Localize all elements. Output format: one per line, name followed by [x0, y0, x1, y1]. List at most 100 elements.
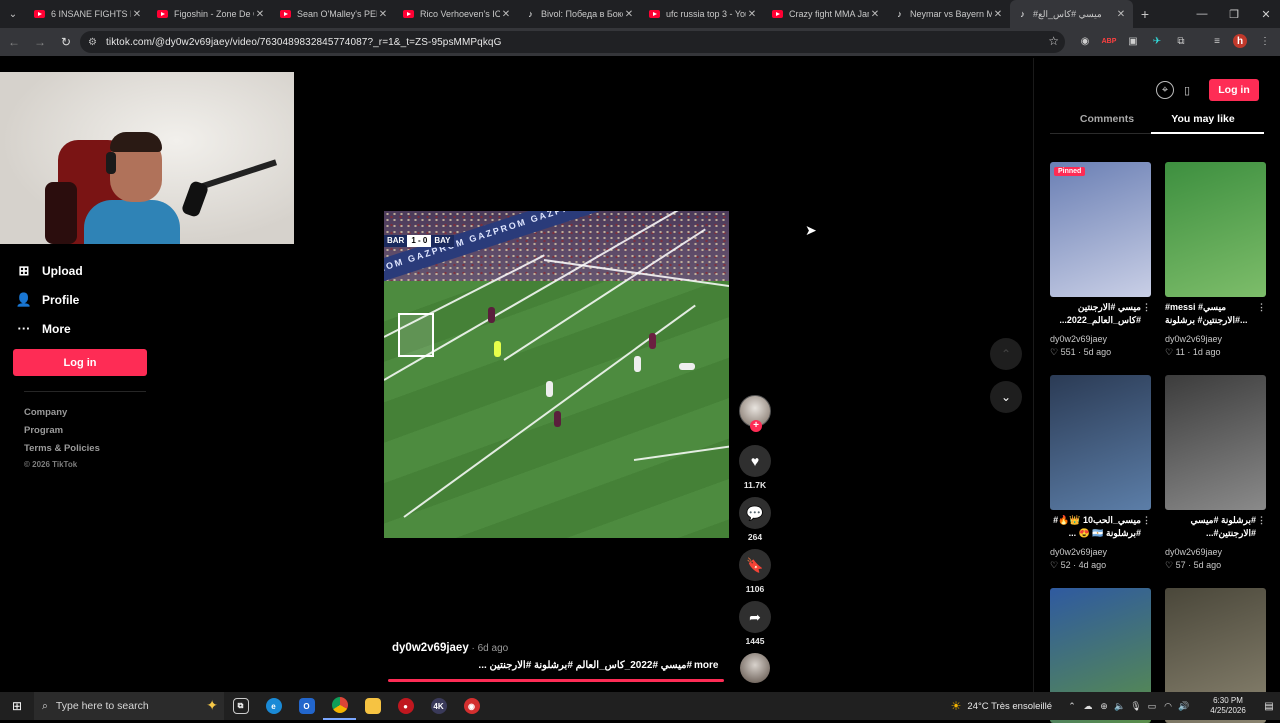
more-button[interactable]: more [694, 660, 718, 671]
edge-icon[interactable]: e [257, 692, 290, 720]
tab-close-icon[interactable]: ✕ [992, 9, 1004, 20]
card-title[interactable]: ميسي_الحب10 👑🔥# #برشلونة 🇦🇷 😍 ... ⋮ [1050, 514, 1151, 546]
extension-translate-icon[interactable]: ✈ [1149, 33, 1165, 49]
site-info-icon[interactable]: ⚙ [88, 37, 102, 48]
browser-tab[interactable]: Crazy fight MMA Jam ✕ [764, 0, 887, 28]
browser-menu-icon[interactable]: ⋮ [1257, 33, 1273, 49]
browser-tab[interactable]: ♪ #ميسي #كاس_الع ✕ [1010, 0, 1133, 28]
tab-close-icon[interactable]: ✕ [746, 9, 758, 20]
card-author[interactable]: dy0w2v69jaey [1165, 333, 1266, 346]
next-video-avatar[interactable] [740, 653, 770, 683]
extensions-puzzle-icon[interactable]: ⧉ [1173, 33, 1189, 49]
card-title[interactable]: ميسي #الارجنتين #كاس_العالم_2022... ⋮ [1050, 301, 1151, 333]
chrome-icon[interactable] [323, 692, 356, 720]
back-icon[interactable]: ← [2, 30, 26, 54]
card-author[interactable]: dy0w2v69jaey [1165, 546, 1266, 559]
forward-icon[interactable]: → [28, 30, 52, 54]
sidebar-item-more[interactable]: ··· More [14, 314, 154, 343]
windows-start-icon[interactable]: ⊞ [0, 692, 34, 720]
network-icon[interactable]: ⊕ [1096, 701, 1112, 712]
browser-tab[interactable]: ♪ Bivol: Победа в Боксе ✕ [518, 0, 641, 28]
speaker-icon[interactable]: 🔈 [1112, 701, 1128, 712]
card-menu-icon[interactable]: ⋮ [1142, 514, 1151, 527]
video-player[interactable]: GAZPROM GAZPROM GAZPROM GAZPROM BAR 1 - … [384, 211, 729, 538]
footer-link[interactable]: Program [24, 422, 100, 440]
volume-icon[interactable]: 🔊 [1176, 701, 1192, 712]
footer-link[interactable]: Company [24, 404, 100, 422]
obs-icon[interactable]: ● [389, 692, 422, 720]
notifications-icon[interactable]: ▤ [1258, 701, 1280, 712]
login-button-right[interactable]: Log in [1209, 79, 1259, 101]
new-tab-button[interactable]: + [1133, 6, 1157, 22]
tab-close-icon[interactable]: ✕ [1115, 9, 1127, 20]
extension-incognito-icon[interactable]: ◉ [1077, 33, 1093, 49]
tab-close-icon[interactable]: ✕ [254, 9, 266, 20]
maximize-icon[interactable]: ❐ [1218, 0, 1250, 28]
address-bar[interactable]: ⚙ tiktok.com/@dy0w2v69jaey/video/7630489… [80, 31, 1065, 53]
taskbar-search[interactable]: ⌕ Type here to search ✦ [34, 692, 224, 720]
browser-tab[interactable]: Rico Verhoeven's ICO ✕ [395, 0, 518, 28]
tab-close-icon[interactable]: ✕ [500, 9, 512, 20]
device-icon[interactable]: ▯ [1178, 81, 1196, 99]
reading-list-icon[interactable]: ≡ [1209, 33, 1225, 49]
tab-comments[interactable]: Comments [1058, 113, 1156, 133]
video-card[interactable]: #messi ميسي# الارجنتين# برشلونة#... ⋮ dy0w… [1165, 162, 1266, 359]
like-heart-icon[interactable]: ♥ [739, 445, 771, 477]
browser-tab[interactable]: ufc russia top 3 - You ✕ [641, 0, 764, 28]
author-avatar[interactable]: + [739, 395, 771, 432]
video-card[interactable]: #برشلونة #ميسي #الارجنتين#... ⋮ dy0w2v69ja… [1165, 375, 1266, 572]
share-arrow-icon[interactable]: ➦ [739, 601, 771, 633]
tab-search-icon[interactable]: ⌄ [0, 0, 26, 28]
clock[interactable]: 6:30 PM 4/25/2026 [1198, 696, 1258, 716]
profile-avatar-icon[interactable]: h [1233, 34, 1247, 48]
task-view-icon[interactable]: ⧉ [224, 692, 257, 720]
login-button[interactable]: Log in [13, 349, 147, 376]
wifi-icon[interactable]: ◠ [1160, 701, 1176, 712]
reload-icon[interactable]: ↻ [54, 30, 78, 54]
browser-tab[interactable]: Figoshin - Zone De Co✕ [149, 0, 272, 28]
tab-close-icon[interactable]: ✕ [623, 9, 635, 20]
card-author[interactable]: dy0w2v69jaey [1050, 333, 1151, 346]
browser-tab[interactable]: ♪ Neymar vs Bayern Mu ✕ [887, 0, 1010, 28]
footer-link[interactable]: Terms & Policies [24, 440, 100, 458]
video-progress-bar[interactable] [388, 679, 724, 682]
bookmark-icon[interactable]: 🔖 [739, 549, 771, 581]
outlook-icon[interactable]: O [290, 692, 323, 720]
browser-tab[interactable]: Sean O'Malley's PERF✕ [272, 0, 395, 28]
previous-video-up-icon[interactable]: ⌃ [990, 338, 1022, 370]
weather-widget[interactable]: ☀ 24°C Très ensoleillé [951, 699, 1052, 713]
close-window-icon[interactable]: ✕ [1250, 0, 1280, 28]
browser-tab[interactable]: 6 INSANE FIGHTS From✕ [26, 0, 149, 28]
video-card[interactable]: ميسي_الحب10 👑🔥# #برشلونة 🇦🇷 😍 ... ⋮ dy0w2v… [1050, 375, 1151, 572]
card-menu-icon[interactable]: ⋮ [1257, 514, 1266, 527]
sidebar-item-profile[interactable]: 👤 Profile [14, 285, 154, 314]
4k-app-icon[interactable]: 4K [422, 692, 455, 720]
next-video-down-icon[interactable]: ⌄ [990, 381, 1022, 413]
video-card[interactable]: Pinned ميسي #الارجنتين #كاس_العالم_2022..… [1050, 162, 1151, 359]
red-app-icon[interactable]: ◉ [455, 692, 488, 720]
bookmark-star-icon[interactable]: ☆ [1048, 34, 1059, 48]
card-title[interactable]: #برشلونة #ميسي #الارجنتين#... ⋮ [1165, 514, 1266, 546]
card-menu-icon[interactable]: ⋮ [1257, 301, 1266, 314]
extension-screenshot-icon[interactable]: ▣ [1125, 33, 1141, 49]
tab-you-may-like[interactable]: You may like [1154, 113, 1252, 133]
screen-icon[interactable]: ▭ [1144, 701, 1160, 712]
video-thumbnail[interactable]: Pinned [1050, 162, 1151, 297]
card-menu-icon[interactable]: ⋮ [1142, 301, 1151, 314]
tab-close-icon[interactable]: ✕ [869, 9, 881, 20]
sidebar-item-upload[interactable]: ⊞ Upload [14, 256, 154, 285]
extension-abp-icon[interactable]: ABP [1101, 33, 1117, 49]
card-author[interactable]: dy0w2v69jaey [1050, 546, 1151, 559]
compass-icon[interactable]: ⌖ [1156, 81, 1174, 99]
chevron-up-icon[interactable]: ⌃ [1064, 701, 1080, 712]
caption-author[interactable]: dy0w2v69jaey [392, 642, 469, 654]
minimize-icon[interactable]: — [1186, 0, 1218, 28]
video-thumbnail[interactable] [1050, 375, 1151, 510]
tab-close-icon[interactable]: ✕ [131, 9, 143, 20]
card-title[interactable]: #messi ميسي# الارجنتين# برشلونة#... ⋮ [1165, 301, 1266, 333]
follow-plus-icon[interactable]: + [750, 420, 762, 432]
video-thumbnail[interactable] [1165, 375, 1266, 510]
file-explorer-icon[interactable] [356, 692, 389, 720]
mic-icon[interactable]: 🎙 [1128, 701, 1144, 712]
cloud-icon[interactable]: ☁ [1080, 701, 1096, 712]
